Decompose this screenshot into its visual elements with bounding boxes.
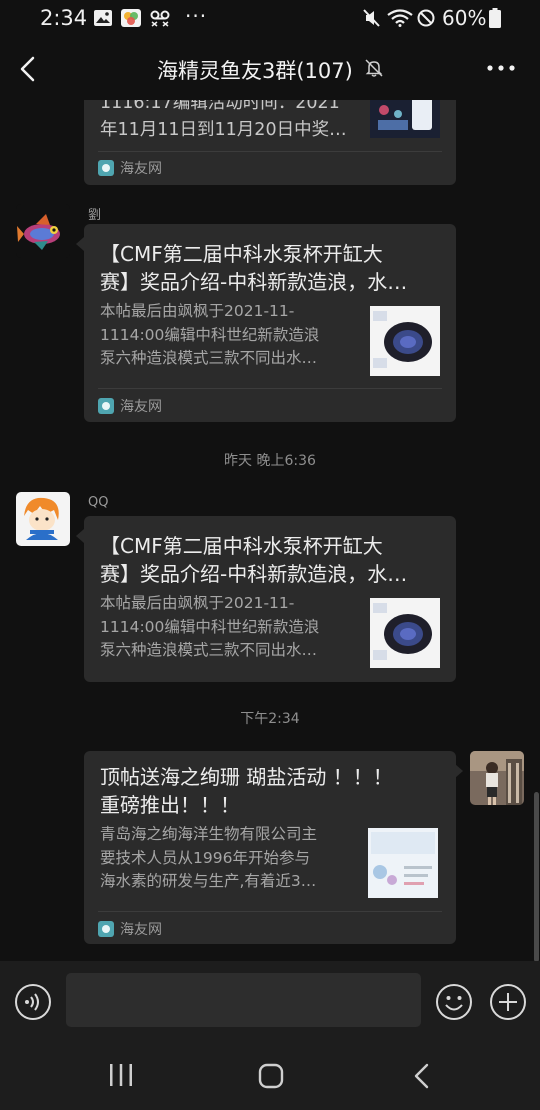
message-input[interactable] [66,973,421,1027]
message-list[interactable]: 1116:17编辑活动时间：2021 年11月11日到11月20日中奖… 海友网 [0,100,540,961]
card-divider [98,911,442,912]
avatar[interactable] [470,751,524,805]
more-icon[interactable] [486,58,516,78]
battery-percent: 60% [442,6,487,30]
card-title-line: 【CMF第二届中科水泵杯开缸大 [100,242,383,266]
link-card-message[interactable]: 1116:17编辑活动时间：2021 年11月11日到11月20日中奖… 海友网 [84,100,456,185]
back-icon[interactable] [412,1063,432,1089]
card-source: 海友网 [98,158,162,178]
mute-bell-icon [365,59,383,77]
source-label: 海友网 [120,399,162,415]
scrollbar[interactable] [534,792,539,961]
avatar[interactable] [16,492,70,546]
emoji-icon[interactable] [435,983,473,1021]
card-title-line: 【CMF第二届中科水泵杯开缸大 [100,534,383,558]
image-icon [94,10,112,26]
card-source: 海友网 [98,919,162,939]
card-desc-line: 泵六种造浪模式三款不同出水… [100,349,318,367]
source-logo-icon [98,160,114,176]
card-title-line: 赛】奖品介绍-中科新款造浪，水… [100,562,408,586]
card-thumbnail [368,828,438,898]
card-thumbnail [370,598,440,668]
bubble-tail [76,529,84,543]
card-desc-line: 年11月11日到11月20日中奖… [100,120,347,140]
input-bar [0,961,540,1043]
card-desc-line: 1114:00编辑中科世纪新款造浪 [100,617,320,636]
card-desc-line: 1114:00编辑中科世纪新款造浪 [100,325,320,344]
card-desc-line: 海水素的研发与生产,有着近3… [100,872,317,890]
link-card-message[interactable]: 【CMF第二届中科水泵杯开缸大 赛】奖品介绍-中科新款造浪，水… 本帖最后由飒枫… [84,224,456,422]
sender-name: QQ [88,495,109,510]
battery-icon [489,8,501,28]
photos-icon [121,9,141,27]
chat-title: 海精灵鱼友3群(107) [157,59,353,83]
voice-icon[interactable] [14,983,52,1021]
status-more-dots: ··· [185,4,208,28]
link-card-message[interactable]: 顶帖送海之绚珊 瑚盐活动 ！！！ 重磅推出！！！ 青岛海之绚海洋生物有限公司主 … [84,751,456,944]
card-desc-line: 泵六种造浪模式三款不同出水… [100,641,318,659]
card-thumbnail [370,306,440,376]
do-not-disturb-icon [417,9,435,27]
sender-name: 劉 [88,208,102,223]
card-desc-line: 要技术人员从1996年开始参与 [100,848,310,867]
source-logo-icon [98,921,114,937]
recent-apps-icon[interactable] [108,1063,134,1087]
card-divider [98,151,442,152]
card-title-line: 顶帖送海之绚珊 瑚盐活动 ！！！ [100,765,393,789]
chat-header: 海精灵鱼友3群(107) [0,38,540,100]
status-time: 2:34 [40,6,88,30]
add-icon[interactable] [489,983,527,1021]
card-desc-line: 本帖最后由飒枫于2021-11- [100,594,295,612]
home-icon[interactable] [258,1063,284,1089]
card-title-line: 赛】奖品介绍-中科新款造浪，水… [100,270,408,294]
card-divider [98,388,442,389]
source-label: 海友网 [120,161,162,177]
timestamp: 昨天 晚上6:36 [224,453,316,469]
status-bar: 2:34 ··· 60% [0,0,540,38]
card-thumbnail [370,100,440,138]
card-desc-line: 1116:17编辑活动时间：2021 [100,100,340,113]
avatar[interactable] [16,204,70,258]
source-label: 海友网 [120,922,162,938]
bubble-tail [76,237,84,251]
timestamp: 下午2:34 [240,711,300,727]
mute-icon [363,9,380,27]
bubble-tail [455,764,463,778]
card-desc-line: 本帖最后由飒枫于2021-11- [100,302,295,320]
source-logo-icon [98,398,114,414]
card-title-line: 重磅推出！！！ [100,793,240,817]
link-card-message[interactable]: 【CMF第二届中科水泵杯开缸大 赛】奖品介绍-中科新款造浪，水… 本帖最后由飒枫… [84,516,456,682]
voicemail-icon [150,10,170,27]
card-source: 海友网 [98,396,162,416]
back-arrow-icon[interactable] [14,52,44,86]
system-nav-bar [0,1043,540,1110]
card-desc-line: 青岛海之绚海洋生物有限公司主 [100,825,318,843]
wifi-icon [387,9,413,27]
